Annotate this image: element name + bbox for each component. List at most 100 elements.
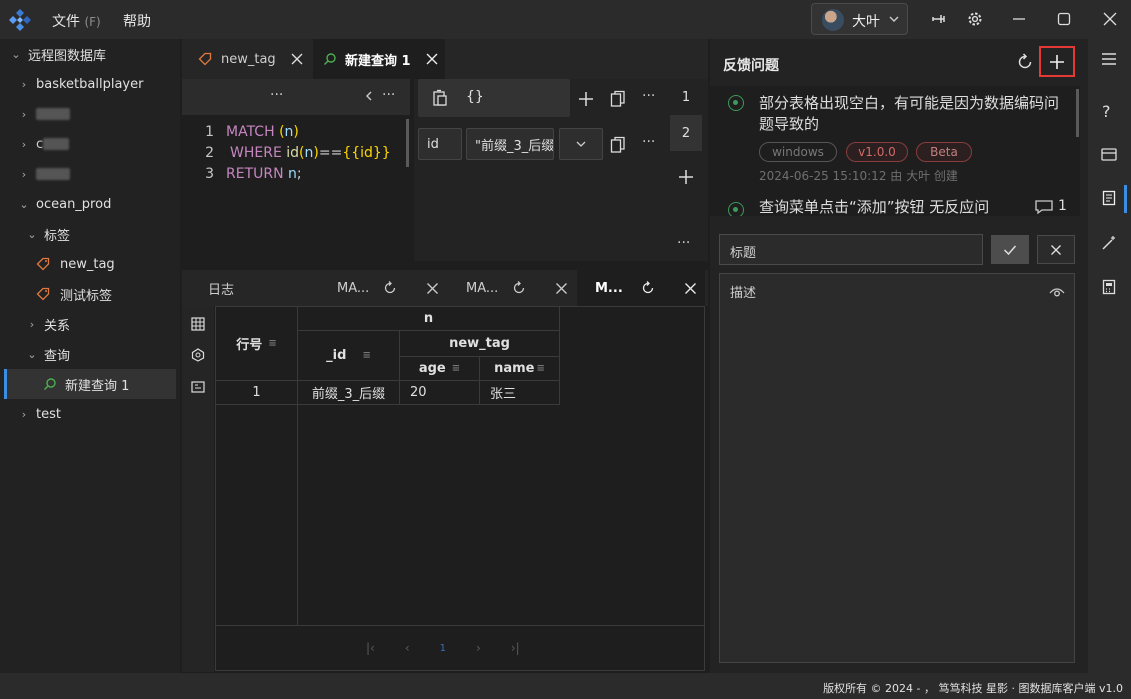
sort-icon[interactable]: ≡ [537, 363, 545, 374]
close-icon[interactable] [555, 282, 568, 295]
tab-result-2[interactable]: MA... [448, 270, 576, 306]
param-value-input[interactable]: "前缀_3_后缀 [466, 128, 554, 160]
tree-item-test-tag[interactable]: 测试标签 [0, 279, 180, 309]
tree-item-new-tag[interactable]: new_tag [0, 249, 180, 279]
table-view-icon[interactable] [191, 317, 205, 331]
copy-icon[interactable] [610, 136, 626, 154]
close-icon[interactable] [290, 52, 304, 66]
refresh-icon[interactable] [641, 281, 655, 295]
column-header-age[interactable]: age ≡ [400, 357, 480, 381]
param-panel-more-button[interactable]: ··· [677, 235, 690, 251]
cell-age: 20 [400, 381, 480, 405]
column-header-name[interactable]: name ≡ [480, 357, 560, 381]
user-dropdown[interactable]: 大叶 [811, 3, 908, 35]
bracket: ) [293, 124, 299, 140]
tree-item-relations[interactable]: › 关系 [0, 309, 180, 339]
card-icon[interactable] [1101, 148, 1117, 161]
magic-wand-icon[interactable] [1101, 235, 1117, 251]
tree-item-redacted-3[interactable]: › [0, 159, 180, 189]
close-icon[interactable] [426, 282, 439, 295]
feedback-description-textarea[interactable]: 描述 [719, 273, 1075, 663]
column-header-id[interactable]: _id ≡ [298, 331, 400, 381]
editor-scrollbar[interactable] [406, 119, 409, 167]
tab-label: M... [595, 280, 623, 296]
tree-item-new-query-1[interactable]: 新建查询 1 [4, 369, 176, 399]
close-icon[interactable] [684, 282, 697, 295]
first-page-icon[interactable]: |‹ [366, 641, 375, 655]
tree-root-remote-db[interactable]: ⌄ 远程图数据库 [0, 39, 180, 69]
help-icon[interactable]: ? [1102, 102, 1111, 121]
tree-item-test[interactable]: › test [0, 399, 180, 429]
param-more-button[interactable]: ··· [642, 88, 655, 104]
preview-eye-icon[interactable] [1049, 286, 1065, 298]
refresh-icon[interactable] [383, 281, 397, 295]
next-page-icon[interactable]: › [476, 641, 481, 655]
tree-item-redacted-2[interactable]: › c [0, 129, 180, 159]
tree-item-redacted-1[interactable]: › [0, 99, 180, 129]
menu-file[interactable]: 文件 (F) [52, 11, 101, 31]
prev-page-icon[interactable]: ‹ [405, 641, 410, 655]
tab-log[interactable]: 日志 [182, 270, 318, 306]
menu-help[interactable]: 帮助 [123, 11, 151, 31]
feedback-title-input[interactable]: 标题 [719, 234, 983, 265]
chevron-down-icon: ⌄ [27, 347, 37, 361]
close-window-icon[interactable] [1101, 10, 1119, 28]
json-view-icon[interactable] [191, 380, 205, 394]
param-type-select[interactable] [559, 128, 603, 160]
issue-list-scrollbar[interactable] [1076, 89, 1079, 137]
document-icon[interactable] [1102, 190, 1116, 206]
feedback-panel: 反馈问题 部分表格出现空白，有可能是因为数据编码问题导致的 windows v1… [710, 39, 1088, 673]
copy-icon[interactable] [610, 90, 626, 108]
column-divider [297, 405, 298, 625]
editor-menu-button[interactable]: ··· [382, 87, 395, 103]
confirm-button[interactable] [991, 235, 1029, 264]
tag-icon [36, 287, 50, 301]
tab-new-query-1[interactable]: 新建查询 1 [313, 39, 445, 79]
tree-label: 查询 [44, 348, 71, 364]
gear-icon[interactable] [966, 10, 984, 28]
sort-icon[interactable]: ≡ [268, 338, 276, 349]
graph-view-icon[interactable] [191, 348, 205, 362]
result-tab-bar: 日志 MA... MA... M... [182, 270, 708, 306]
chevron-left-icon[interactable] [364, 90, 374, 102]
sort-icon[interactable]: ≡ [362, 350, 370, 361]
tab-result-1[interactable]: MA... [319, 270, 447, 306]
issue-meta: 2024-06-25 15:10:12 由 大叶 创建 [759, 169, 958, 183]
param-row-1[interactable]: 1 [668, 79, 704, 115]
refresh-icon[interactable] [1016, 53, 1034, 71]
minimize-icon[interactable] [1010, 10, 1028, 28]
plus-icon[interactable] [577, 90, 595, 108]
tree-label: c [36, 136, 44, 152]
column-header-row[interactable]: 行号 ≡ [216, 307, 298, 381]
calculator-icon[interactable] [1102, 279, 1116, 295]
tree-item-ocean-prod[interactable]: ⌄ ocean_prod [0, 189, 180, 219]
json-mode-button[interactable]: {} [466, 89, 484, 105]
current-page[interactable]: 1 [440, 643, 446, 654]
tab-result-3[interactable]: M... [577, 270, 705, 306]
table-row[interactable]: 1 前缀_3_后缀 20 张三 [216, 381, 560, 405]
menu-icon[interactable] [1101, 52, 1117, 66]
list-item[interactable]: 部分表格出现空白，有可能是因为数据编码问题导致的 windows v1.0.0 … [710, 87, 1076, 191]
list-item[interactable]: 查询菜单点击“添加”按钮 无反应问 1 [710, 194, 1076, 216]
function-name: id [286, 145, 300, 161]
plus-icon[interactable] [677, 168, 695, 186]
tree-item-queries[interactable]: ⌄ 查询 [0, 339, 180, 369]
tab-new-tag[interactable]: new_tag [182, 39, 312, 79]
param-row-2[interactable]: 2 [670, 115, 702, 151]
cancel-button[interactable] [1037, 235, 1075, 264]
close-icon[interactable] [425, 52, 439, 66]
maximize-icon[interactable] [1055, 10, 1073, 28]
sort-icon[interactable]: ≡ [452, 363, 460, 374]
pin-icon[interactable] [930, 10, 948, 28]
paste-icon[interactable] [431, 89, 449, 107]
tree-item-tags[interactable]: ⌄ 标签 [0, 219, 180, 249]
refresh-icon[interactable] [512, 281, 526, 295]
tree-item-basketballplayer[interactable]: › basketballplayer [0, 69, 180, 99]
editor-more-button[interactable]: ··· [270, 87, 283, 103]
tab-label: 新建查询 1 [345, 53, 411, 69]
param-row-more-button[interactable]: ··· [642, 134, 655, 150]
param-name-input[interactable]: id [418, 128, 462, 160]
add-feedback-button[interactable] [1039, 46, 1075, 77]
last-page-icon[interactable]: ›| [511, 641, 520, 655]
code-editor[interactable]: 1 MATCH (n) 2 WHERE id(n)=={{id}} 3 RETURN … [182, 115, 410, 260]
